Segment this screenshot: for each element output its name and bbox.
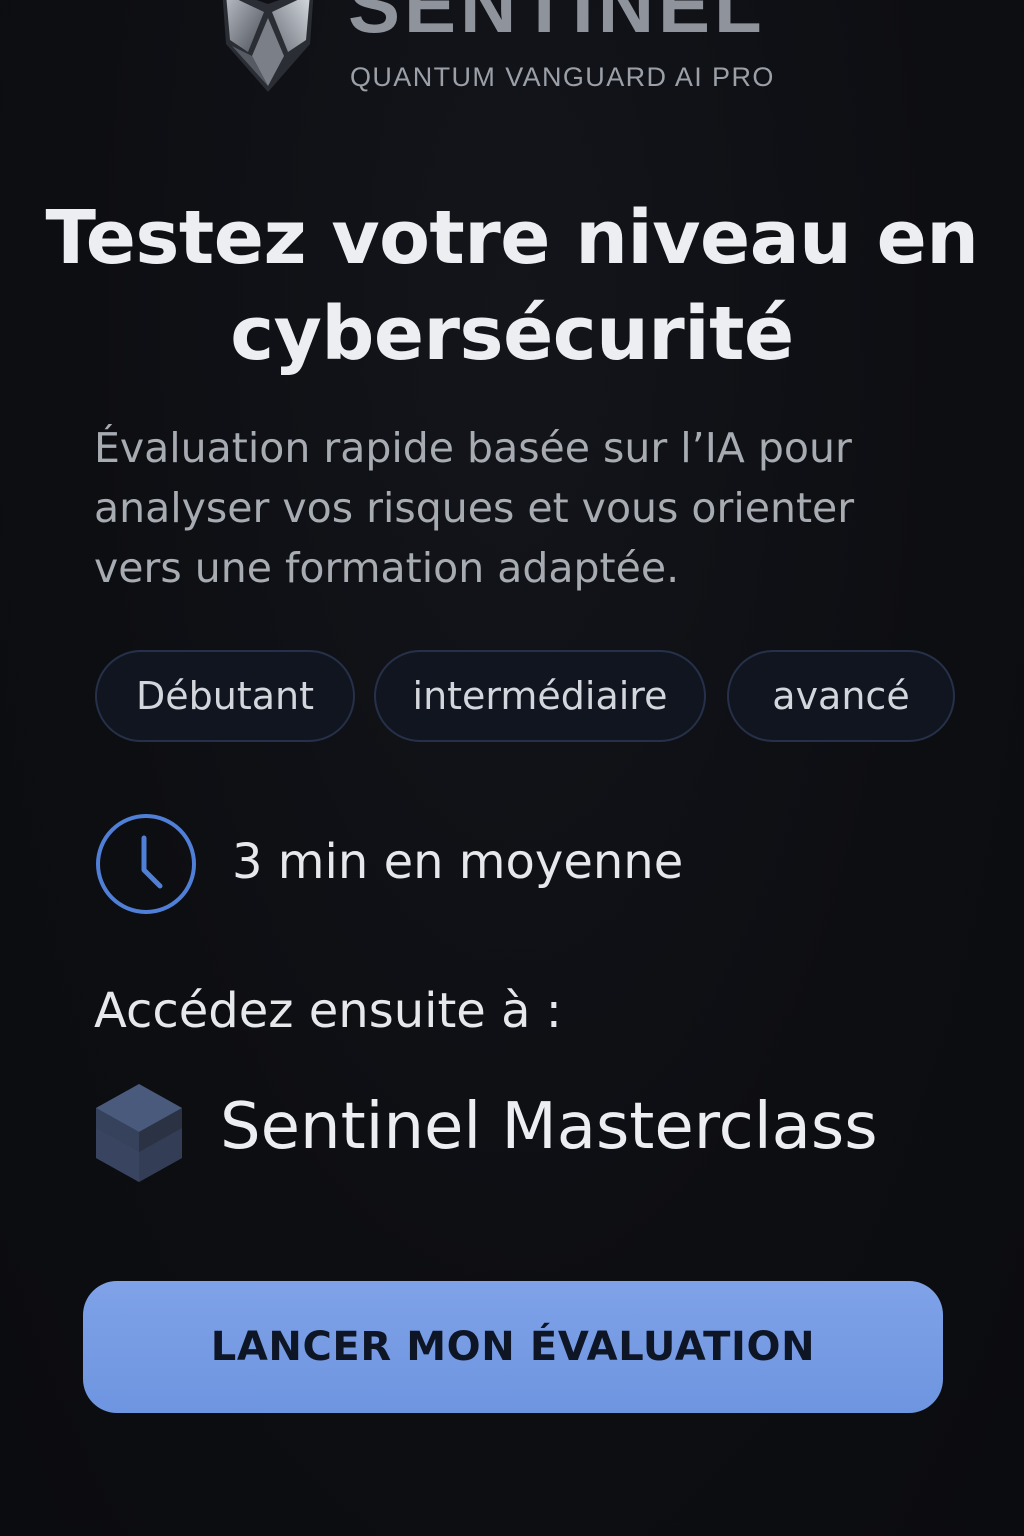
duration-info: 3 min en moyenne — [94, 812, 894, 916]
shield-logo-icon — [222, 0, 314, 92]
page-subtitle: Évaluation rapide basée sur l’IA pour an… — [94, 424, 855, 592]
cube-icon — [96, 1084, 182, 1182]
brand-name: SENTINEL — [348, 0, 766, 49]
access-label: Accédez ensuite à : — [94, 983, 562, 1039]
level-chip-advanced[interactable]: avancé — [727, 650, 955, 742]
start-evaluation-button[interactable]: LANCER MON ÉVALUATION — [83, 1281, 943, 1413]
page-title: Testez votre niveau en cybersécurité — [45, 195, 979, 377]
level-chip-intermediate[interactable]: intermédiaire — [374, 650, 706, 742]
brand-tagline: QUANTUM VANGUARD AI PRO — [350, 62, 775, 92]
clock-icon — [96, 814, 196, 914]
page: SENTINEL QUANTUM VANGUARD AI PRO Testez … — [0, 0, 1024, 1536]
level-chips: Débutant intermédiaire avancé — [95, 650, 965, 746]
level-chip-beginner[interactable]: Débutant — [95, 650, 355, 742]
masterclass-name: Sentinel Masterclass — [220, 1090, 878, 1164]
masterclass-link: Sentinel Masterclass — [94, 1082, 954, 1186]
brand-header: SENTINEL QUANTUM VANGUARD AI PRO — [218, 0, 818, 102]
duration-text: 3 min en moyenne — [232, 834, 684, 890]
